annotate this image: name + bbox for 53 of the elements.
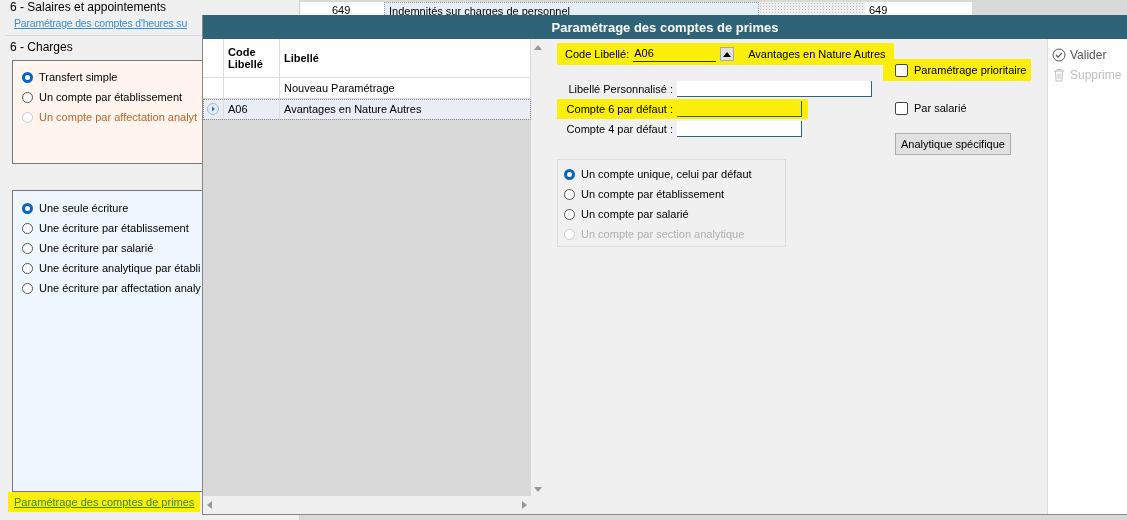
dropdown-button[interactable] [720,47,735,61]
radio-label[interactable]: Un compte par salarié [581,208,689,220]
section-heading: 6 - Charges [9,40,73,54]
radio-button[interactable] [22,202,33,214]
radio-button[interactable] [22,282,33,294]
radio-label[interactable]: Transfert simple [39,71,118,83]
checkbox[interactable] [895,63,908,77]
radio-button[interactable] [22,222,33,234]
grid-cell: Nouveau Paramétrage [284,82,395,94]
radio-button[interactable] [22,71,33,83]
radio-label[interactable]: Une écriture analytique par établi [39,262,201,274]
checkbox-label[interactable]: Paramétrage prioritaire [914,64,1027,76]
radio-button[interactable] [564,188,575,200]
radio-button[interactable] [564,208,575,220]
input-field[interactable] [677,121,802,137]
code-description: Avantages en Nature Autres [748,48,886,60]
radio-label[interactable]: Un compte par établissement [39,91,183,103]
field-label: Libellé Personnalisé : [567,83,674,95]
check-circle-icon [1052,48,1066,62]
action-button[interactable]: Valider [1052,45,1107,65]
field-label: Compte 6 par défaut : [565,103,674,115]
field-label: Code Libellé: [565,48,630,60]
radio-label[interactable]: Un compte unique, celui par défaut [581,168,752,180]
radio-button[interactable] [22,242,33,254]
grid-cell: A06 [228,103,248,115]
dialog-title: Paramétrage des comptes de primes [203,15,1127,39]
radio-label[interactable]: Une écriture par établissement [39,222,189,234]
grid-cell: Avantages en Nature Autres [284,103,422,115]
input-field[interactable] [677,81,872,97]
radio-label[interactable]: Un compte par établissement [581,188,725,200]
column-header[interactable]: Code Libellé [224,39,280,77]
radio-label[interactable]: Une seule écriture [39,202,129,214]
input-field[interactable] [677,101,802,117]
table-cell-text: 649 [868,3,889,18]
grid-row[interactable]: A06 Avantages en Nature Autres [203,99,531,120]
radio-button[interactable] [564,168,575,180]
section-heading: 6 - Salaires et appointements [9,0,167,14]
code-field[interactable]: A06 [633,46,717,62]
table-cell-text: 649 [331,3,352,18]
radio-button[interactable] [22,91,33,103]
column-header[interactable]: Libellé [280,39,531,77]
field-label: Compte 4 par défaut : [565,123,674,135]
radio-button[interactable] [22,262,33,274]
bonus-settings-link[interactable]: Paramétrage des comptes de primes [8,492,201,512]
trash-icon [1052,68,1066,82]
radio-label[interactable]: Une écriture par salarié [39,242,154,254]
row-indicator-icon [207,103,219,115]
radio-label[interactable]: Une écriture par affectation analy [39,282,201,294]
grid-row[interactable]: Nouveau Paramétrage [203,78,531,99]
caret-icon [723,51,732,57]
checkbox-label[interactable]: Par salarié [914,102,967,114]
checkbox[interactable] [895,101,908,115]
specific-analytics-button[interactable]: Analytique spécifique [895,133,1011,155]
